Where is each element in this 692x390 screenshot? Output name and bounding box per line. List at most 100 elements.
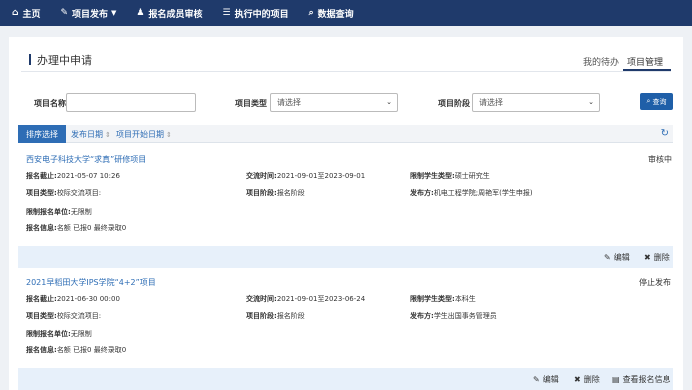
sort-select-button[interactable]: 排序选择	[18, 125, 66, 143]
field-label: 限制学生类型:	[410, 295, 455, 303]
project-type-value: 请选择	[277, 98, 301, 107]
nav-publish[interactable]: ✎ 项目发布 ▼	[50, 0, 126, 26]
search-button[interactable]: ⌕ 查询	[640, 93, 673, 110]
view-signup-button[interactable]: ▤ 查看报名信息	[612, 374, 671, 385]
field-label: 发布方:	[410, 312, 434, 320]
edit-icon: ✎	[604, 253, 611, 262]
exchange-field: 交流时间:2021-09-01至2023-06-24	[246, 294, 365, 304]
nav-review[interactable]: ♟ 报名成员审核	[126, 0, 212, 26]
field-value: 名额 已报0 最终录取0	[56, 346, 127, 354]
search-icon: ⌕	[308, 7, 314, 18]
field-value: 无限制	[70, 330, 92, 338]
sort-option-label: 发布日期	[71, 130, 103, 139]
field-value: 2021-09-01至2023-06-24	[276, 295, 366, 303]
tab-my-todo[interactable]: 我的待办	[583, 55, 619, 68]
field-label: 报名信息:	[26, 224, 57, 232]
title-accent-bar	[29, 54, 31, 65]
project-type-field: 项目类型:校际交流项目:	[26, 188, 101, 198]
top-nav: ⌂ 主页 ✎ 项目发布 ▼ ♟ 报名成员审核 ☰ 执行中的项目 ⌕ 数据查询	[0, 0, 692, 26]
sort-by-publish-date[interactable]: 发布日期 ⇕	[71, 129, 111, 140]
sort-icon: ⇕	[166, 131, 172, 139]
project-title-link[interactable]: 2021早稻田大学IPS学院“4+2”项目	[26, 277, 156, 288]
chevron-down-icon: ⌄	[588, 98, 594, 106]
edit-button-label: 编辑	[613, 253, 630, 262]
field-value: 校际交流项目:	[56, 189, 102, 197]
stage-field: 项目阶段:报名阶段	[246, 311, 305, 321]
delete-button-label: 删除	[583, 375, 600, 384]
signup-info-field: 报名信息:名额 已报0 最终录取0	[26, 345, 126, 355]
edit-button[interactable]: ✎ 编辑	[604, 252, 630, 263]
list-icon: ▤	[612, 375, 620, 384]
deadline-field: 报名截止:2021-06-30 00:00	[26, 294, 120, 304]
nav-home[interactable]: ⌂ 主页	[2, 0, 50, 26]
nav-query-label: 数据查询	[317, 9, 354, 20]
sliders-icon: ☰	[222, 7, 231, 18]
field-value: 报名阶段	[276, 312, 305, 320]
publisher-field: 发布方:机电工程学院;周艳军(学生申报)	[410, 188, 533, 198]
field-value: 硕士研究生	[454, 172, 490, 180]
delete-button[interactable]: ✖ 删除	[574, 374, 600, 385]
sort-icon: ⇕	[105, 131, 111, 139]
project-title-link[interactable]: 西安电子科技大学“求真”研修项目	[26, 154, 146, 165]
field-value: 2021-05-07 10:26	[56, 172, 120, 180]
student-type-field: 限制学生类型:硕士研究生	[410, 171, 490, 181]
stage-field: 项目阶段:报名阶段	[246, 188, 305, 198]
view-signup-label: 查看报名信息	[622, 375, 671, 384]
nav-review-label: 报名成员审核	[148, 9, 203, 20]
project-type-select[interactable]: 请选择 ⌄	[270, 93, 398, 112]
home-icon: ⌂	[12, 7, 19, 18]
project-stage-value: 请选择	[479, 98, 503, 107]
edit-icon: ✎	[533, 375, 540, 384]
project-name-input[interactable]	[66, 93, 196, 112]
field-label: 项目阶段:	[246, 189, 277, 197]
action-bar: ✎ 编辑 ✖ 删除	[18, 246, 673, 268]
nav-running[interactable]: ☰ 执行中的项目	[213, 0, 299, 26]
field-label: 发布方:	[410, 189, 434, 197]
delete-button-label: 删除	[653, 253, 670, 262]
chevron-down-icon: ▼	[111, 9, 117, 17]
student-type-field: 限制学生类型:本科生	[410, 294, 476, 304]
field-value: 校际交流项目:	[56, 312, 102, 320]
search-button-label: 查询	[652, 97, 667, 106]
edit-button-label: 编辑	[542, 375, 559, 384]
tab-project-manage[interactable]: 项目管理	[627, 55, 663, 68]
close-icon: ✖	[644, 253, 651, 262]
edit-icon: ✎	[60, 7, 69, 18]
field-label: 项目类型:	[26, 312, 57, 320]
field-label: 报名截止:	[26, 295, 57, 303]
status-badge: 审核中	[648, 155, 672, 164]
refresh-icon[interactable]: ↻	[661, 128, 669, 139]
field-value: 报名阶段	[276, 189, 305, 197]
nav-publish-label: 项目发布	[72, 9, 109, 20]
field-value: 2021-06-30 00:00	[56, 295, 120, 303]
sort-by-start-date[interactable]: 项目开始日期 ⇕	[116, 129, 172, 140]
publisher-field: 发布方:学生出国事务管理员	[410, 311, 497, 321]
action-bar: ✎ 编辑 ✖ 删除 ▤ 查看报名信息	[18, 368, 673, 390]
nav-home-label: 主页	[22, 9, 41, 20]
search-icon: ⌕	[646, 97, 651, 105]
unit-field: 限制报名单位:无限制	[26, 329, 92, 339]
sort-option-label: 项目开始日期	[116, 130, 164, 139]
close-icon: ✖	[574, 375, 581, 384]
delete-button[interactable]: ✖ 删除	[644, 252, 670, 263]
unit-field: 限制报名单位:无限制	[26, 207, 92, 217]
field-value: 无限制	[70, 208, 92, 216]
field-label: 报名信息:	[26, 346, 57, 354]
field-value: 2021-09-01至2023-09-01	[276, 172, 366, 180]
field-label: 限制报名单位:	[26, 330, 71, 338]
field-value: 机电工程学院;周艳军(学生申报)	[433, 189, 533, 197]
field-label: 限制学生类型:	[410, 172, 455, 180]
field-label: 项目类型:	[26, 189, 57, 197]
field-label: 报名截止:	[26, 172, 57, 180]
project-type-field: 项目类型:校际交流项目:	[26, 311, 101, 321]
main-panel: 办理中申请 我的待办 项目管理 项目名称 项目类型 请选择 ⌄ 项目阶段 请选择…	[9, 37, 683, 390]
user-icon: ♟	[136, 7, 145, 18]
exchange-field: 交流时间:2021-09-01至2023-09-01	[246, 171, 365, 181]
nav-query[interactable]: ⌕ 数据查询	[299, 0, 364, 26]
deadline-field: 报名截止:2021-05-07 10:26	[26, 171, 120, 181]
project-stage-select[interactable]: 请选择 ⌄	[472, 93, 600, 112]
edit-button[interactable]: ✎ 编辑	[533, 374, 559, 385]
field-label: 限制报名单位:	[26, 208, 71, 216]
field-label: 项目阶段:	[246, 312, 277, 320]
title-row: 办理中申请 我的待办 项目管理	[9, 49, 683, 71]
